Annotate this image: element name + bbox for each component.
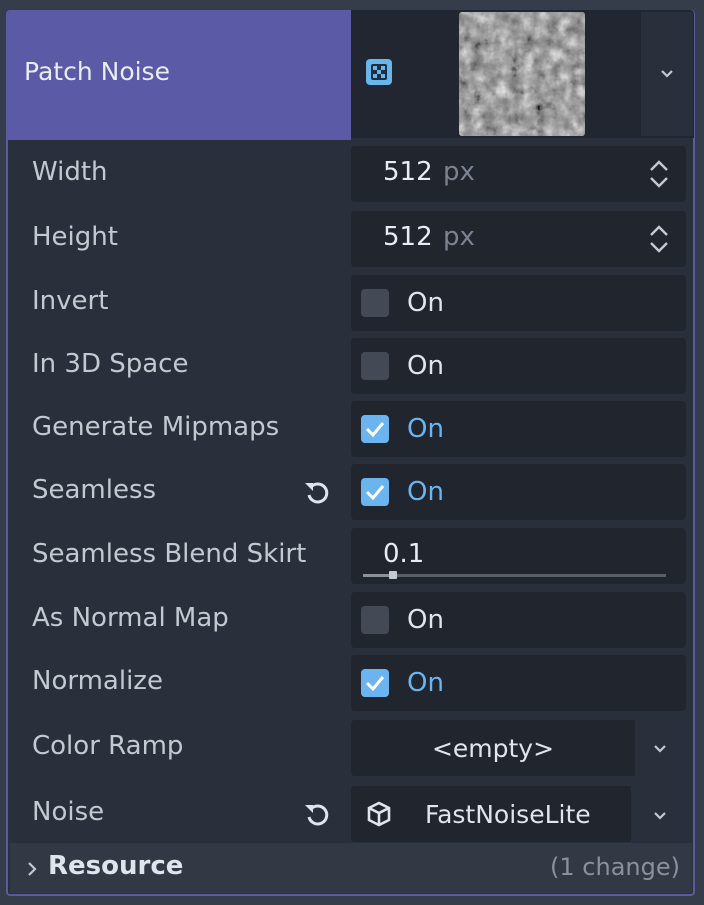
width-value[interactable]: 512 bbox=[383, 157, 433, 187]
in-3d-space-label: In 3D Space bbox=[32, 349, 189, 379]
generate-mipmaps-on-text: On bbox=[407, 414, 444, 444]
seamless-label: Seamless bbox=[32, 475, 157, 505]
seamless-on-text: On bbox=[407, 477, 444, 507]
checkmark-icon bbox=[365, 676, 385, 692]
noise-value: FastNoiseLite bbox=[425, 800, 591, 829]
resource-section-header[interactable]: Resource (1 change) bbox=[10, 843, 692, 893]
resource-label: Resource bbox=[48, 851, 184, 881]
checkmark-icon bbox=[365, 422, 385, 438]
slider-track[interactable] bbox=[363, 574, 666, 577]
as-normal-map-checkbox-field[interactable]: On bbox=[351, 592, 686, 648]
generate-mipmaps-checkbox[interactable] bbox=[361, 415, 389, 443]
noise-dropdown-button[interactable] bbox=[631, 786, 686, 842]
seamless-blend-skirt-slider-field[interactable]: 0.1 bbox=[351, 528, 686, 584]
color-ramp-picker[interactable]: <empty> bbox=[351, 720, 635, 776]
seamless-checkbox-field[interactable]: On bbox=[351, 464, 686, 520]
height-spinbox[interactable]: 512 px bbox=[351, 211, 686, 267]
in-3d-space-checkbox[interactable] bbox=[361, 352, 389, 380]
checkmark-icon bbox=[365, 485, 385, 501]
revert-icon[interactable] bbox=[302, 478, 332, 508]
height-unit: px bbox=[443, 222, 475, 252]
normalize-on-text: On bbox=[407, 668, 444, 698]
invert-label: Invert bbox=[32, 286, 109, 316]
resource-change-count: (1 change) bbox=[550, 853, 680, 881]
noise-label: Noise bbox=[32, 797, 105, 827]
height-value[interactable]: 512 bbox=[383, 222, 433, 252]
seamless-blend-skirt-label: Seamless Blend Skirt bbox=[32, 539, 307, 569]
width-spinbox[interactable]: 512 px bbox=[351, 146, 686, 202]
up-down-arrows-icon[interactable] bbox=[648, 159, 670, 189]
width-unit: px bbox=[443, 157, 475, 187]
noise-preview-thumbnail[interactable] bbox=[459, 12, 585, 136]
noise-texture-icon bbox=[366, 59, 392, 85]
in-3d-space-checkbox-field[interactable]: On bbox=[351, 338, 686, 394]
invert-on-text: On bbox=[407, 288, 444, 318]
normalize-label: Normalize bbox=[32, 666, 163, 696]
height-label: Height bbox=[32, 222, 118, 252]
width-label: Width bbox=[32, 157, 108, 187]
cube-icon bbox=[367, 801, 391, 827]
seamless-checkbox[interactable] bbox=[361, 478, 389, 506]
generate-mipmaps-checkbox-field[interactable]: On bbox=[351, 401, 686, 457]
slider-grabber[interactable] bbox=[389, 571, 397, 579]
texture-dropdown-button[interactable] bbox=[641, 12, 693, 136]
normalize-checkbox[interactable] bbox=[361, 669, 389, 697]
chevron-right-icon bbox=[28, 862, 37, 876]
color-ramp-dropdown-button[interactable] bbox=[635, 720, 686, 776]
revert-icon[interactable] bbox=[302, 800, 332, 830]
normalize-checkbox-field[interactable]: On bbox=[351, 655, 686, 711]
chevron-down-icon bbox=[654, 812, 666, 820]
color-ramp-label: Color Ramp bbox=[32, 731, 184, 761]
chevron-down-icon bbox=[654, 745, 666, 753]
as-normal-map-checkbox[interactable] bbox=[361, 606, 389, 634]
generate-mipmaps-label: Generate Mipmaps bbox=[32, 412, 280, 442]
invert-checkbox[interactable] bbox=[361, 289, 389, 317]
chevron-down-icon bbox=[661, 70, 673, 78]
invert-checkbox-field[interactable]: On bbox=[351, 275, 686, 331]
seamless-blend-skirt-value[interactable]: 0.1 bbox=[383, 539, 424, 569]
as-normal-map-label: As Normal Map bbox=[32, 603, 229, 633]
noise-resource-picker[interactable]: FastNoiseLite bbox=[351, 786, 631, 842]
as-normal-map-on-text: On bbox=[407, 605, 444, 635]
property-title: Patch Noise bbox=[24, 57, 170, 86]
in-3d-space-on-text: On bbox=[407, 351, 444, 381]
color-ramp-value: <empty> bbox=[431, 734, 555, 763]
up-down-arrows-icon[interactable] bbox=[648, 224, 670, 254]
